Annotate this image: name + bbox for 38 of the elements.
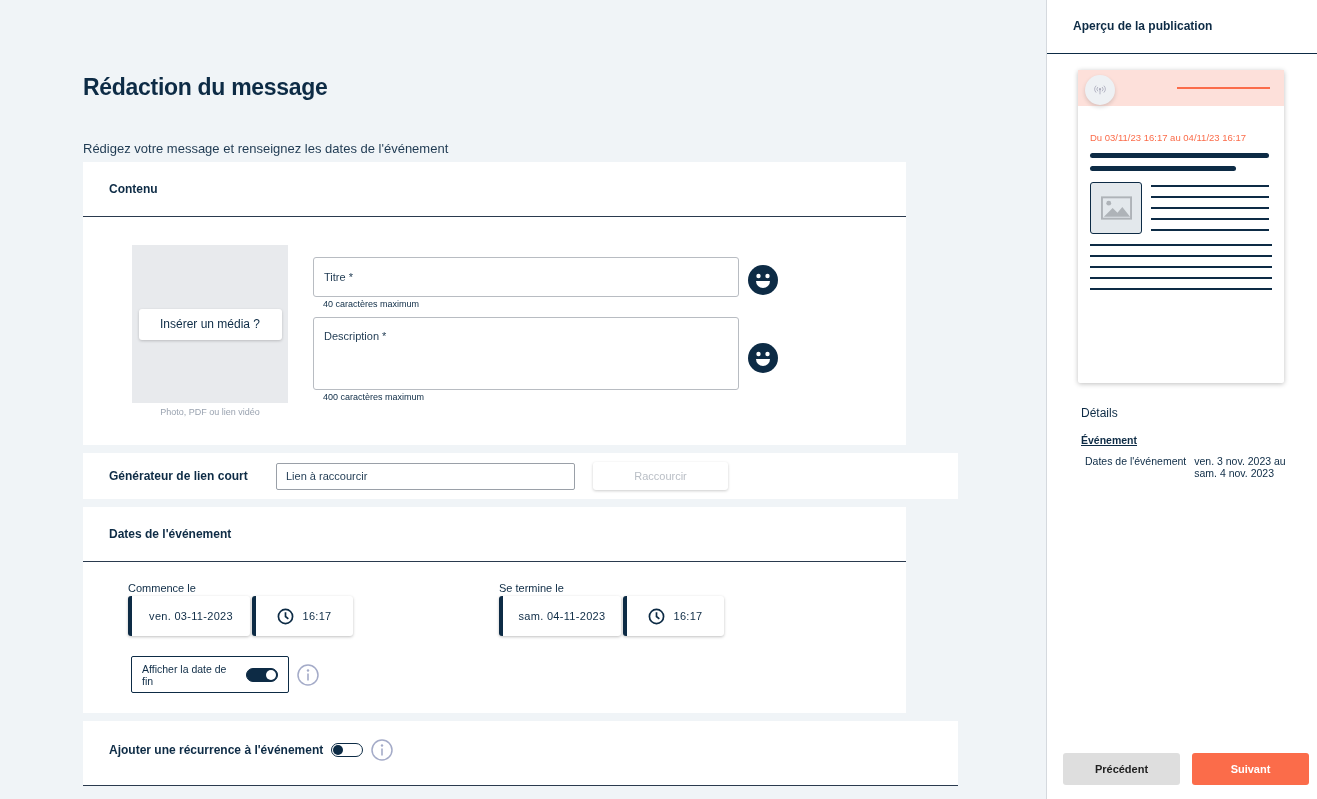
description-field[interactable]: Description * <box>313 317 739 390</box>
date-picker[interactable]: ven. 03-11-2023 <box>128 596 250 636</box>
character-limit-hint: 400 caractères maximum <box>323 392 426 402</box>
date-label: Commence le <box>128 582 197 594</box>
date-label: Se termine le <box>499 582 565 594</box>
section-title: Contenu <box>83 162 906 217</box>
character-limit-hint: 40 caractères maximum <box>323 299 421 309</box>
title-field[interactable]: Titre * <box>313 257 739 297</box>
clock-icon <box>648 607 666 625</box>
toggle-label: Afficher la date de fin <box>142 662 228 687</box>
clock-icon <box>277 607 295 625</box>
emoji-icon[interactable] <box>748 265 778 295</box>
time-picker[interactable]: 16:17 <box>623 596 724 636</box>
recurrence-label: Ajouter une récurrence à l'événement <box>109 743 324 757</box>
link-input[interactable]: Lien à raccourcir <box>276 462 575 490</box>
preview-dates: Du 03/11/23 16:17 au 04/11/23 16:17 <box>1090 132 1247 143</box>
emoji-icon[interactable] <box>748 343 778 373</box>
section-title: Générateur de lien court <box>109 469 249 483</box>
page-subtitle: Rédigez votre message et renseignez les dates de l'événement <box>83 141 450 156</box>
insert-media-button[interactable]: Insérer un média ? <box>138 308 282 340</box>
image-placeholder-icon <box>1090 182 1142 234</box>
broadcast-icon <box>1085 75 1115 105</box>
detail-label: Dates de l'événement <box>1085 455 1187 469</box>
previous-button[interactable]: Précédent <box>1063 753 1180 785</box>
toggle-switch[interactable] <box>331 743 364 757</box>
page-title: Rédaction du message <box>83 74 329 101</box>
details-subtitle: Événement <box>1081 434 1139 446</box>
media-dropzone[interactable]: Insérer un média ? <box>132 245 288 403</box>
panel-title: Aperçu de la publication <box>1047 0 1317 54</box>
toggle-switch[interactable] <box>246 667 278 682</box>
time-value: 16:17 <box>302 610 332 622</box>
details-title: Détails <box>1081 406 1119 420</box>
time-value: 16:17 <box>673 610 703 622</box>
time-picker[interactable]: 16:17 <box>252 596 353 636</box>
section-title: Dates de l'événement <box>83 507 906 562</box>
date-picker[interactable]: sam. 04-11-2023 <box>499 596 621 636</box>
media-hint: Photo, PDF ou lien vidéo <box>160 407 260 417</box>
detail-value: ven. 3 nov. 2023 au sam. 4 nov. 2023 <box>1194 455 1287 479</box>
